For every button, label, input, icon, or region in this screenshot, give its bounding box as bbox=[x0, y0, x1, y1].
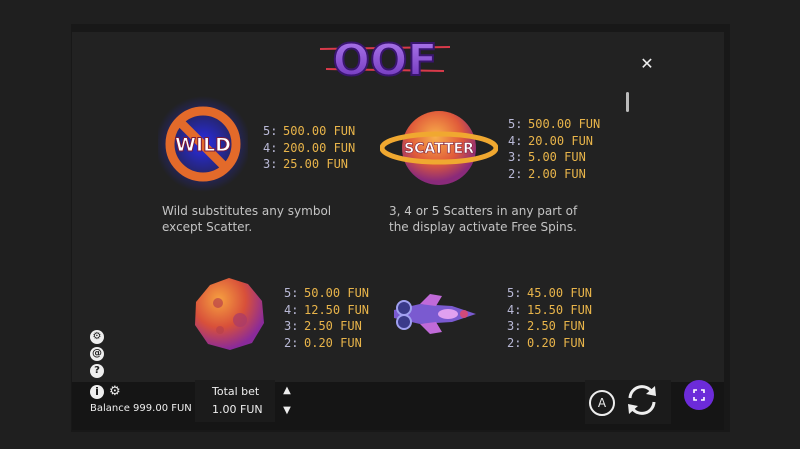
pay-count: 4: bbox=[507, 302, 522, 317]
pay-count: 4: bbox=[508, 133, 523, 148]
spaceship-paytable: 5: 45.00 FUN 4: 15.50 FUN 3: 2.50 FUN 2: 0.2… bbox=[507, 285, 592, 351]
pay-value: 200.00 FUN bbox=[283, 140, 356, 155]
paytable-row: 5: 50.00 FUN bbox=[284, 285, 369, 302]
total-bet-label: Total bet bbox=[212, 385, 260, 398]
description-line: 3, 4 or 5 Scatters in any part of bbox=[389, 204, 578, 218]
pay-count: 2: bbox=[284, 335, 299, 350]
fullscreen-icon bbox=[693, 389, 705, 401]
pay-value: 500.00 FUN bbox=[283, 124, 356, 138]
pay-count: 4: bbox=[263, 140, 278, 155]
pay-value: 20.00 FUN bbox=[528, 133, 594, 148]
rules-icon[interactable]: @ bbox=[90, 347, 104, 361]
pay-count: 2: bbox=[508, 166, 523, 181]
pay-value: 50.00 FUN bbox=[304, 286, 370, 300]
paytable-row: 4: 20.00 FUN bbox=[508, 133, 600, 150]
pay-count: 2: bbox=[507, 335, 522, 350]
side-icon-stack: ⚙ @ ? bbox=[90, 330, 106, 381]
gear-icon[interactable]: ⚙ bbox=[109, 384, 121, 399]
spaceship-symbol-icon bbox=[394, 294, 476, 334]
paytable-icon[interactable]: ⚙ bbox=[90, 330, 104, 344]
wild-paytable: 5: 500.00 FUN 4: 200.00 FUN 3: 25.00 FUN bbox=[263, 123, 355, 173]
pay-value: 0.20 FUN bbox=[527, 335, 585, 350]
pay-count: 3: bbox=[507, 319, 522, 333]
paytable-row: 4: 200.00 FUN bbox=[263, 140, 355, 157]
pay-count: 5: bbox=[284, 286, 299, 300]
paytable-row: 4: 12.50 FUN bbox=[284, 302, 369, 319]
asteroid-paytable: 5: 50.00 FUN 4: 12.50 FUN 3: 2.50 FUN 2: 0.2… bbox=[284, 285, 369, 351]
pay-count: 5: bbox=[507, 286, 522, 300]
paytable-row: 3: 5.00 FUN bbox=[508, 149, 600, 166]
pay-value: 5.00 FUN bbox=[528, 150, 586, 164]
pay-value: 12.50 FUN bbox=[304, 302, 370, 317]
paytable-row: 3: 25.00 FUN bbox=[263, 156, 355, 173]
pay-count: 3: bbox=[263, 157, 278, 171]
scatter-description: 3, 4 or 5 Scatters in any part of the di… bbox=[389, 203, 577, 235]
pay-value: 2.00 FUN bbox=[528, 166, 586, 181]
scatter-paytable: 5: 500.00 FUN 4: 20.00 FUN 3: 5.00 FUN 2: 2.… bbox=[508, 116, 600, 182]
description-line: except Scatter. bbox=[162, 220, 253, 234]
wild-description: Wild substitutes any symbol except Scatt… bbox=[162, 203, 331, 235]
scrollbar[interactable] bbox=[626, 92, 629, 112]
pay-value: 15.50 FUN bbox=[527, 302, 593, 317]
help-icon[interactable]: ? bbox=[90, 364, 104, 378]
pay-value: 2.50 FUN bbox=[304, 319, 362, 333]
paytable-row: 5: 500.00 FUN bbox=[263, 123, 355, 140]
scatter-symbol-icon: SCATTER bbox=[380, 111, 498, 185]
bet-increase-icon[interactable]: ▲ bbox=[280, 385, 294, 396]
spin-icon[interactable] bbox=[622, 380, 662, 420]
pay-value: 45.00 FUN bbox=[527, 286, 593, 300]
pay-value: 500.00 FUN bbox=[528, 117, 601, 131]
description-line: Wild substitutes any symbol bbox=[162, 204, 332, 218]
fullscreen-button[interactable] bbox=[684, 380, 714, 410]
pay-count: 5: bbox=[508, 117, 523, 131]
info-icon[interactable]: i bbox=[90, 385, 104, 399]
wild-symbol-icon: WILD bbox=[158, 96, 248, 192]
paytable-row: 2: 0.20 FUN bbox=[507, 335, 592, 352]
close-icon[interactable]: ✕ bbox=[638, 55, 656, 73]
description-line: the display activate Free Spins. bbox=[389, 220, 577, 234]
pay-count: 4: bbox=[284, 302, 299, 317]
paytable-row: 5: 500.00 FUN bbox=[508, 116, 600, 133]
pay-value: 25.00 FUN bbox=[283, 157, 349, 171]
pay-count: 5: bbox=[263, 124, 278, 138]
autoplay-button[interactable]: A bbox=[589, 390, 615, 416]
bet-decrease-icon[interactable]: ▼ bbox=[280, 405, 294, 416]
pay-value: 2.50 FUN bbox=[527, 319, 585, 333]
total-bet-value: 1.00 FUN bbox=[212, 403, 263, 416]
pay-count: 3: bbox=[508, 150, 523, 164]
paytable-row: 3: 2.50 FUN bbox=[284, 318, 369, 335]
paytable-row: 4: 15.50 FUN bbox=[507, 302, 592, 319]
game-logo: OOF bbox=[320, 34, 450, 85]
svg-text:OOF: OOF bbox=[333, 35, 438, 85]
paytable-row: 2: 0.20 FUN bbox=[284, 335, 369, 352]
paytable-row: 2: 2.00 FUN bbox=[508, 166, 600, 183]
balance-display: Balance 999.00 FUN bbox=[90, 403, 192, 414]
asteroid-symbol-icon bbox=[195, 278, 264, 350]
svg-text:WILD: WILD bbox=[175, 134, 231, 156]
paytable-row: 5: 45.00 FUN bbox=[507, 285, 592, 302]
svg-text:SCATTER: SCATTER bbox=[404, 141, 474, 157]
pay-count: 3: bbox=[284, 319, 299, 333]
paytable-row: 3: 2.50 FUN bbox=[507, 318, 592, 335]
pay-value: 0.20 FUN bbox=[304, 335, 362, 350]
